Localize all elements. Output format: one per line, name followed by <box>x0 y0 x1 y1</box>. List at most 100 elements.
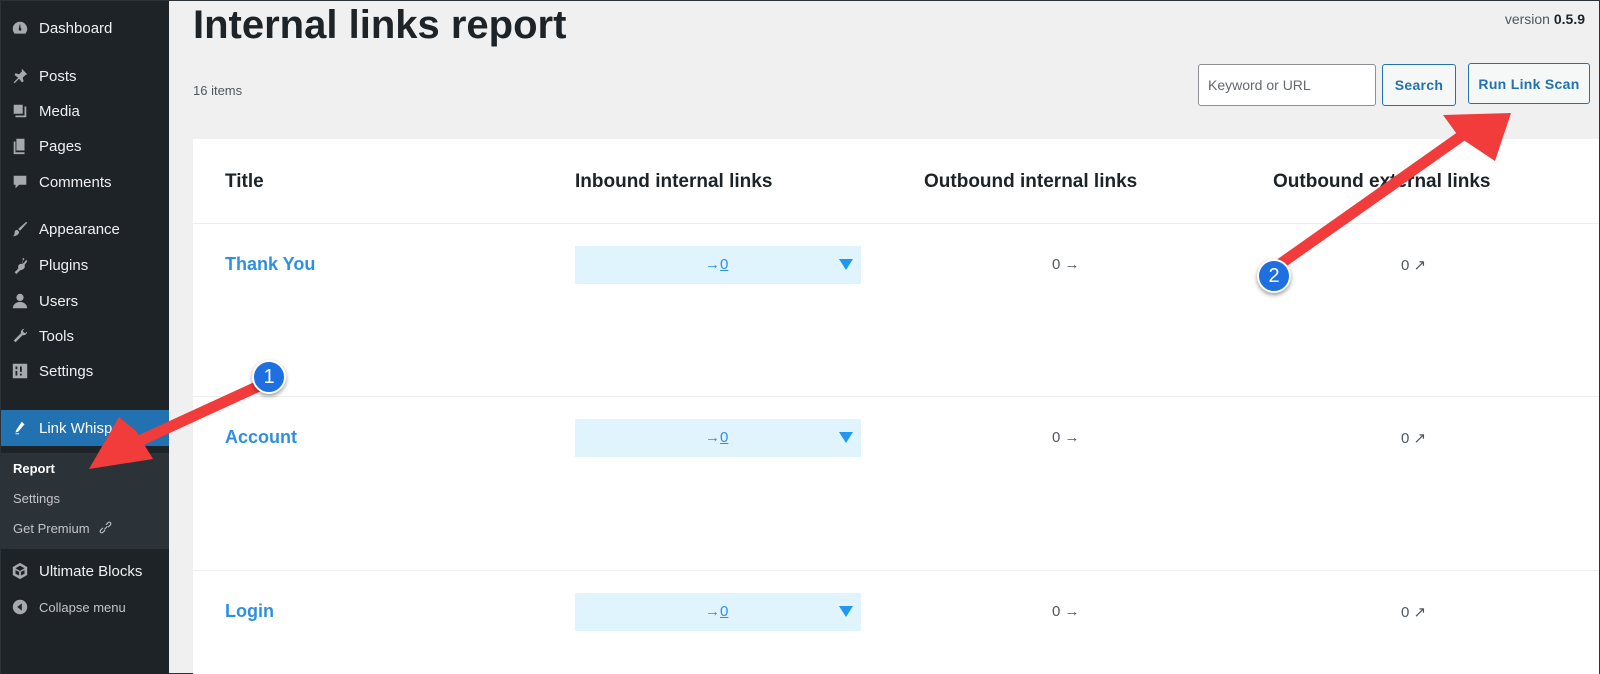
outbound-external-value: 0 <box>1401 430 1410 447</box>
outbound-internal-value: 0 <box>1052 256 1061 273</box>
link-whisper-icon <box>10 418 30 438</box>
column-header-outbound-external[interactable]: Outbound external links <box>1273 171 1490 193</box>
arrow-right-icon: → <box>1064 256 1080 273</box>
menu-comments[interactable]: Comments <box>1 165 169 199</box>
collapse-menu-button[interactable]: Collapse menu <box>1 590 169 624</box>
row-separator <box>193 223 1599 224</box>
external-link-icon: ↗ <box>1413 430 1427 447</box>
inbound-value: 0 <box>720 256 729 273</box>
version-number: 0.5.9 <box>1553 11 1585 27</box>
items-count: 16 items <box>193 83 243 98</box>
submenu-report-label: Report <box>13 461 55 476</box>
submenu-settings[interactable]: Settings <box>13 491 60 506</box>
dashboard-icon <box>10 18 30 38</box>
inbound-count: →0 <box>705 256 728 273</box>
pages-icon <box>10 136 30 156</box>
menu-posts[interactable]: Posts <box>1 59 169 93</box>
external-link-icon: ↗ <box>1413 257 1427 274</box>
menu-plugins-label: Plugins <box>39 256 89 274</box>
inbound-links-dropdown[interactable]: →0 <box>575 419 861 457</box>
external-link-icon: ↗ <box>1413 604 1427 621</box>
outbound-external-value: 0 <box>1401 604 1410 621</box>
menu-ultimate-blocks[interactable]: Ultimate Blocks <box>1 554 169 588</box>
version-info: version 0.5.9 <box>1505 11 1585 27</box>
link-whisper-submenu: Report Settings Get Premium <box>1 453 169 549</box>
menu-tools[interactable]: Tools <box>1 319 169 353</box>
submenu-report[interactable]: Report <box>13 461 55 476</box>
row-title-link[interactable]: Thank You <box>225 254 315 275</box>
inbound-count: →0 <box>705 429 728 446</box>
menu-settings[interactable]: Settings <box>1 354 169 388</box>
menu-link-whisper[interactable]: Link Whisper <box>1 410 169 446</box>
menu-dashboard[interactable]: Dashboard <box>1 11 169 45</box>
wrench-icon <box>10 326 30 346</box>
inbound-links-dropdown[interactable]: →0 <box>575 246 861 284</box>
media-icon <box>10 101 30 121</box>
chain-link-icon <box>98 520 114 536</box>
row-title-link[interactable]: Login <box>225 601 274 622</box>
outbound-external-value: 0 <box>1401 257 1410 274</box>
collapse-icon <box>10 597 30 617</box>
submenu-get-premium[interactable]: Get Premium <box>13 520 114 536</box>
report-table: Title Inbound internal links Outbound in… <box>193 139 1599 674</box>
menu-pages[interactable]: Pages <box>1 129 169 163</box>
arrow-right-icon: → <box>1064 429 1080 446</box>
menu-media[interactable]: Media <box>1 94 169 128</box>
column-header-title[interactable]: Title <box>225 171 264 193</box>
run-link-scan-button[interactable]: Run Link Scan <box>1468 63 1590 104</box>
menu-tools-label: Tools <box>39 327 75 345</box>
brush-icon <box>10 219 30 239</box>
admin-sidebar: Dashboard Posts Media Pages Comments App… <box>1 1 169 674</box>
inbound-links-dropdown[interactable]: →0 <box>575 593 861 631</box>
inbound-count: →0 <box>705 603 728 620</box>
arrow-right-icon: → <box>705 256 720 273</box>
menu-plugins[interactable]: Plugins <box>1 248 169 282</box>
outbound-external-count: 0 ↗ <box>1401 429 1426 447</box>
outbound-external-count: 0 ↗ <box>1401 256 1426 274</box>
pin-icon <box>10 66 30 86</box>
annotation-badge-1: 1 <box>252 360 286 394</box>
submenu-settings-label: Settings <box>13 491 60 506</box>
menu-users-label: Users <box>39 292 79 310</box>
row-separator <box>193 396 1599 397</box>
submenu-get-premium-label: Get Premium <box>13 520 90 536</box>
menu-users[interactable]: Users <box>1 284 169 318</box>
caret-down-icon <box>839 259 853 270</box>
arrow-right-icon: → <box>705 429 720 446</box>
menu-link-whisper-label: Link Whisper <box>39 419 126 437</box>
version-label: version <box>1504 11 1550 27</box>
arrow-right-icon: → <box>705 603 720 620</box>
outbound-internal-count: 0 → <box>1052 603 1080 620</box>
inbound-value: 0 <box>720 429 729 446</box>
column-header-inbound[interactable]: Inbound internal links <box>575 171 772 193</box>
column-header-outbound-internal[interactable]: Outbound internal links <box>924 171 1137 193</box>
menu-media-label: Media <box>39 102 80 120</box>
search-input[interactable] <box>1198 64 1376 106</box>
caret-down-icon <box>839 432 853 443</box>
menu-pages-label: Pages <box>39 137 82 155</box>
menu-settings-label: Settings <box>39 362 94 380</box>
comment-icon <box>10 172 30 192</box>
caret-down-icon <box>839 606 853 617</box>
inbound-value: 0 <box>720 603 729 620</box>
outbound-internal-value: 0 <box>1052 603 1061 620</box>
menu-posts-label: Posts <box>39 67 77 85</box>
plugin-icon <box>10 255 30 275</box>
menu-comments-label: Comments <box>39 173 112 191</box>
user-icon <box>10 291 30 311</box>
collapse-menu-label: Collapse menu <box>39 599 126 615</box>
menu-dashboard-label: Dashboard <box>39 19 113 37</box>
outbound-internal-value: 0 <box>1052 429 1061 446</box>
row-title-link[interactable]: Account <box>225 427 297 448</box>
menu-appearance[interactable]: Appearance <box>1 212 169 246</box>
search-button[interactable]: Search <box>1382 64 1456 106</box>
outbound-external-count: 0 ↗ <box>1401 603 1426 621</box>
page-title: Internal links report <box>193 3 567 47</box>
menu-ultimate-blocks-label: Ultimate Blocks <box>39 562 143 580</box>
outbound-internal-count: 0 → <box>1052 429 1080 446</box>
outbound-internal-count: 0 → <box>1052 256 1080 273</box>
settings-icon <box>10 361 30 381</box>
menu-appearance-label: Appearance <box>39 220 120 238</box>
arrow-right-icon: → <box>1064 603 1080 620</box>
row-separator <box>193 570 1599 571</box>
